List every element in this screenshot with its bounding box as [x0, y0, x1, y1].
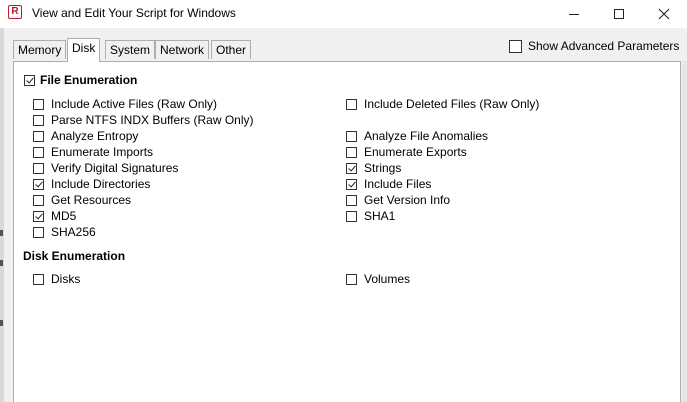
- strings-checkbox[interactable]: [346, 162, 357, 174]
- disk-tab-panel: File Enumeration Include Active Files (R…: [13, 61, 681, 402]
- option-get-version-info[interactable]: Get Version Info: [346, 193, 450, 207]
- analyze-file-anomalies-label: Analyze File Anomalies: [364, 129, 489, 143]
- maximize-button[interactable]: [596, 0, 642, 28]
- option-include-deleted-files[interactable]: Include Deleted Files (Raw Only): [346, 97, 539, 111]
- tab-other[interactable]: Other: [211, 40, 252, 59]
- disks-label: Disks: [51, 272, 81, 286]
- include-directories-label: Include Directories: [51, 177, 151, 191]
- minimize-button[interactable]: [551, 0, 597, 28]
- tab-network[interactable]: Network: [155, 40, 210, 59]
- option-sha256[interactable]: SHA256: [33, 225, 96, 239]
- edge-mark: [0, 320, 3, 326]
- option-md5[interactable]: MD5: [33, 209, 76, 223]
- analyze-entropy-checkbox[interactable]: [33, 130, 44, 142]
- option-include-active-files[interactable]: Include Active Files (Raw Only): [33, 97, 217, 111]
- file-enumeration-toggle[interactable]: File Enumeration: [24, 73, 137, 87]
- minimize-icon: [569, 14, 579, 15]
- get-version-info-checkbox[interactable]: [346, 194, 357, 206]
- enumerate-exports-label: Enumerate Exports: [364, 145, 467, 159]
- get-resources-checkbox[interactable]: [33, 194, 44, 206]
- strings-label: Strings: [364, 161, 402, 175]
- close-button[interactable]: [641, 0, 687, 28]
- option-include-files[interactable]: Include Files: [346, 177, 431, 191]
- option-parse-ntfs-indx[interactable]: Parse NTFS INDX Buffers (Raw Only): [33, 113, 254, 127]
- option-analyze-entropy[interactable]: Analyze Entropy: [33, 129, 138, 143]
- option-volumes[interactable]: Volumes: [346, 272, 410, 286]
- script-editor-window: R View and Edit Your Script for Windows …: [0, 0, 687, 402]
- window-title: View and Edit Your Script for Windows: [32, 6, 236, 20]
- analyze-entropy-label: Analyze Entropy: [51, 129, 139, 143]
- get-resources-label: Get Resources: [51, 193, 132, 207]
- option-strings[interactable]: Strings: [346, 161, 401, 175]
- option-disks[interactable]: Disks: [33, 272, 80, 286]
- option-enumerate-exports[interactable]: Enumerate Exports: [346, 145, 467, 159]
- title-bar: R View and Edit Your Script for Windows: [0, 0, 687, 28]
- left-edge-strip: [0, 28, 4, 402]
- get-version-info-label: Get Version Info: [364, 193, 451, 207]
- include-directories-checkbox[interactable]: [33, 178, 44, 190]
- parse-ntfs-indx-label: Parse NTFS INDX Buffers (Raw Only): [51, 113, 254, 127]
- verify-digital-signatures-checkbox[interactable]: [33, 162, 44, 174]
- verify-digital-signatures-label: Verify Digital Signatures: [51, 161, 179, 175]
- file-enumeration-label: File Enumeration: [40, 73, 138, 87]
- maximize-icon: [614, 9, 624, 19]
- enumerate-imports-label: Enumerate Imports: [51, 145, 154, 159]
- edge-mark: [0, 260, 3, 266]
- show-advanced-checkbox[interactable]: [509, 39, 522, 53]
- include-deleted-files-checkbox[interactable]: [346, 98, 357, 110]
- volumes-label: Volumes: [364, 272, 411, 286]
- close-icon: [658, 8, 670, 20]
- option-get-resources[interactable]: Get Resources: [33, 193, 131, 207]
- show-advanced-label: Show Advanced Parameters: [528, 39, 680, 53]
- sha256-checkbox[interactable]: [33, 226, 44, 238]
- option-enumerate-imports[interactable]: Enumerate Imports: [33, 145, 153, 159]
- include-active-files-checkbox[interactable]: [33, 98, 44, 110]
- app-logo-icon: R: [8, 5, 22, 19]
- option-verify-digital-signatures[interactable]: Verify Digital Signatures: [33, 161, 178, 175]
- option-include-directories[interactable]: Include Directories: [33, 177, 150, 191]
- disk-enumeration-heading: Disk Enumeration: [23, 249, 126, 263]
- md5-label: MD5: [51, 209, 77, 223]
- md5-checkbox[interactable]: [33, 210, 44, 222]
- disks-checkbox[interactable]: [33, 273, 44, 285]
- option-sha1[interactable]: SHA1: [346, 209, 395, 223]
- sha1-label: SHA1: [364, 209, 396, 223]
- edge-mark: [0, 230, 3, 236]
- tab-memory[interactable]: Memory: [13, 40, 67, 59]
- right-scroll-track[interactable]: [682, 61, 687, 402]
- include-active-files-label: Include Active Files (Raw Only): [51, 97, 218, 111]
- include-files-checkbox[interactable]: [346, 178, 357, 190]
- include-deleted-files-label: Include Deleted Files (Raw Only): [364, 97, 540, 111]
- show-advanced-parameters-toggle[interactable]: Show Advanced Parameters: [509, 39, 679, 53]
- enumerate-exports-checkbox[interactable]: [346, 146, 357, 158]
- enumerate-imports-checkbox[interactable]: [33, 146, 44, 158]
- file-enumeration-checkbox[interactable]: [24, 74, 35, 86]
- analyze-file-anomalies-checkbox[interactable]: [346, 130, 357, 142]
- include-files-label: Include Files: [364, 177, 432, 191]
- sha1-checkbox[interactable]: [346, 210, 357, 222]
- option-analyze-file-anomalies[interactable]: Analyze File Anomalies: [346, 129, 488, 143]
- volumes-checkbox[interactable]: [346, 273, 357, 285]
- tab-system[interactable]: System: [105, 40, 156, 59]
- parse-ntfs-indx-checkbox[interactable]: [33, 114, 44, 126]
- sha256-label: SHA256: [51, 225, 96, 239]
- tab-disk[interactable]: Disk: [67, 38, 101, 62]
